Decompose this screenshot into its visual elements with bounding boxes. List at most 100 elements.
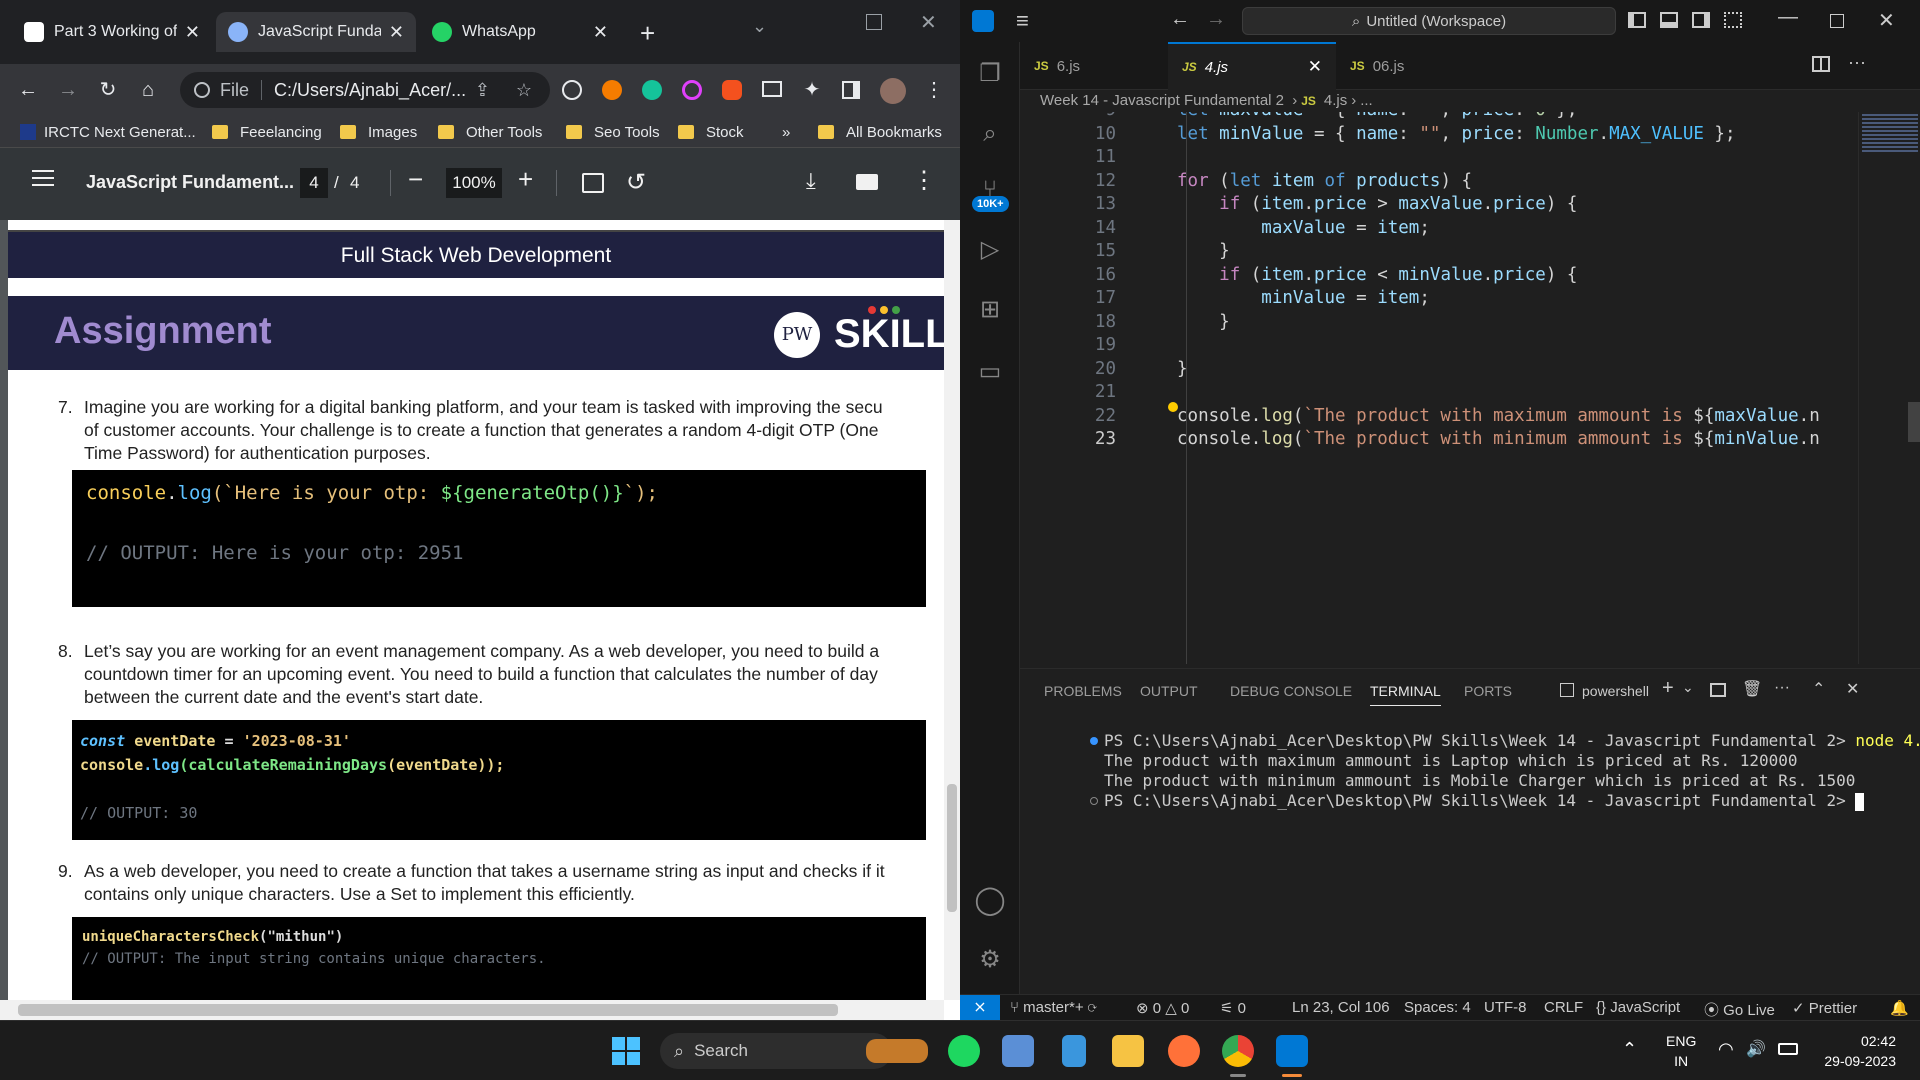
firefox-icon[interactable] — [1168, 1035, 1200, 1067]
menu-icon[interactable] — [32, 170, 54, 186]
prettier-status[interactable]: ✓ Prettier — [1792, 999, 1857, 1017]
battery-icon[interactable] — [1778, 1043, 1798, 1055]
download-icon[interactable]: ⤓ — [806, 168, 816, 194]
menu-icon[interactable]: ≡ — [1016, 8, 1029, 34]
back-arrow-icon[interactable]: ← — [1170, 8, 1190, 31]
vertical-scrollbar[interactable] — [944, 220, 960, 1000]
branch-indicator[interactable]: ⑂ master*+ ⟳ — [1010, 999, 1097, 1016]
maximize-panel-icon[interactable]: ⌃ — [1812, 679, 1825, 699]
go-live-button[interactable]: ⦿ Go Live — [1704, 999, 1775, 1020]
address-bar[interactable]: File C:/Users/Ajnabi_Acer/... ⇪ ☆ — [180, 72, 550, 108]
gear-icon[interactable]: ⚙ — [972, 942, 1008, 978]
tab-06js[interactable]: JS 06.js — [1336, 42, 1476, 90]
breadcrumb-more[interactable]: ... — [1360, 92, 1373, 109]
notepad-icon[interactable] — [1062, 1035, 1086, 1067]
close-icon[interactable]: ✕ — [593, 22, 608, 43]
forward-arrow-icon[interactable]: → — [1206, 8, 1226, 31]
remote-explorer-icon[interactable]: ▭ — [972, 354, 1008, 390]
breadcrumb[interactable]: Week 14 - Javascript Fundamental 2 › JS 4.… — [1040, 92, 1373, 109]
taskbar-search[interactable]: ⌕ Search — [660, 1033, 928, 1069]
bookmarks-overflow-button[interactable]: » — [782, 122, 790, 142]
horizontal-scrollbar[interactable] — [0, 1000, 944, 1020]
share-icon[interactable]: ⇪ — [475, 80, 490, 101]
trash-icon[interactable]: 🗑 — [1742, 679, 1762, 699]
clock[interactable]: 02:42 29-09-2023 — [1816, 1031, 1896, 1071]
split-terminal-icon[interactable] — [1710, 683, 1726, 697]
close-icon[interactable]: ✕ — [1308, 57, 1322, 77]
screen-icon[interactable] — [762, 81, 782, 97]
command-center[interactable]: ⌕ Untitled (Workspace) — [1242, 7, 1616, 35]
window-close-button[interactable]: ✕ — [1878, 8, 1895, 33]
bookmark-seo-tools[interactable]: Seo Tools — [566, 122, 660, 142]
tab-6js[interactable]: JS 6.js — [1020, 42, 1168, 90]
extension-icon[interactable] — [602, 80, 622, 100]
lightbulb-icon[interactable] — [1168, 401, 1178, 412]
breadcrumb-folder[interactable]: Week 14 - Javascript Fundamental 2 — [1040, 92, 1288, 109]
search-icon[interactable]: ⌕ — [972, 116, 1008, 152]
wifi-icon[interactable]: ◠ — [1718, 1039, 1734, 1060]
maximize-button[interactable] — [1830, 14, 1844, 28]
close-icon[interactable]: ✕ — [389, 22, 404, 43]
tab-javascript-fundamentals[interactable]: JavaScript Fundam ✕ — [216, 12, 416, 52]
remote-indicator-icon[interactable]: ⨯ — [960, 995, 1000, 1020]
split-editor-icon[interactable] — [1812, 56, 1830, 72]
panel-tab-terminal[interactable]: TERMINAL — [1370, 683, 1441, 706]
toggle-panel-icon[interactable] — [1660, 12, 1678, 28]
chevron-down-icon[interactable]: ⌄ — [1682, 679, 1694, 696]
volume-icon[interactable]: 🔊 — [1746, 1039, 1766, 1059]
extensions-icon[interactable]: ⊞ — [972, 292, 1008, 328]
speed-extension-icon[interactable] — [562, 80, 582, 100]
panel-tab-problems[interactable]: PROBLEMS — [1044, 683, 1122, 699]
puzzle-icon[interactable]: ✦ — [800, 78, 824, 102]
fit-page-icon[interactable] — [582, 173, 604, 193]
avatar[interactable] — [880, 78, 906, 104]
more-options-icon[interactable]: ⋮ — [912, 166, 936, 195]
side-panel-icon[interactable] — [842, 81, 860, 99]
back-arrow-icon[interactable]: ← — [16, 78, 40, 102]
zoom-out-button[interactable]: − — [408, 164, 423, 195]
customize-layout-icon[interactable] — [1724, 12, 1742, 28]
language-indicator[interactable]: ENG IN — [1666, 1031, 1696, 1071]
vscode-icon[interactable] — [1276, 1035, 1308, 1067]
toggle-sidebar-icon[interactable] — [1628, 12, 1646, 28]
more-actions-icon[interactable]: ··· — [1774, 679, 1790, 697]
zoom-in-button[interactable]: + — [518, 164, 533, 195]
scrollbar-thumb[interactable] — [947, 784, 957, 912]
terminal-line[interactable]: PS C:\Users\Ajnabi_Acer\Desktop\PW Skill… — [1104, 791, 1865, 811]
minimap[interactable] — [1862, 114, 1918, 154]
home-icon[interactable]: ⌂ — [136, 78, 160, 102]
more-actions-icon[interactable]: ··· — [1848, 52, 1866, 73]
shell-name[interactable]: powershell — [1582, 683, 1649, 699]
editor-scrollbar-thumb[interactable] — [1908, 402, 1920, 442]
new-tab-button[interactable]: + — [640, 18, 655, 49]
spotify-icon[interactable] — [948, 1035, 980, 1067]
star-icon[interactable]: ☆ — [516, 80, 532, 101]
reload-icon[interactable]: ↻ — [96, 78, 120, 102]
rotate-icon[interactable]: ↺ — [626, 168, 646, 197]
file-explorer-icon[interactable] — [1112, 1035, 1144, 1067]
toggle-secondary-sidebar-icon[interactable] — [1692, 12, 1710, 28]
line-ending[interactable]: CRLF — [1544, 999, 1583, 1016]
tab-part3[interactable]: Part 3 Working of ✕ — [12, 12, 212, 52]
bookmark-images[interactable]: Images — [340, 122, 417, 142]
encoding[interactable]: UTF-8 — [1484, 999, 1527, 1016]
indentation[interactable]: Spaces: 4 — [1404, 999, 1471, 1016]
maximize-button[interactable] — [866, 14, 882, 30]
bookmark-other-tools[interactable]: Other Tools — [438, 122, 542, 142]
tab-whatsapp[interactable]: WhatsApp ✕ — [420, 12, 620, 52]
zoom-input[interactable]: 100% — [446, 168, 502, 198]
tab-4js[interactable]: JS 4.js ✕ — [1168, 42, 1336, 90]
extension-icon[interactable] — [722, 80, 742, 100]
code-editor[interactable]: 9 let maxValue = { name: "", price: 0 }; 1… — [1020, 112, 1920, 664]
ports-indicator[interactable]: ⚟ 0 — [1220, 999, 1246, 1017]
bookmark-stock[interactable]: Stock — [678, 122, 744, 142]
new-terminal-button[interactable]: + — [1662, 677, 1674, 700]
minimize-button[interactable]: — — [1778, 6, 1798, 29]
close-panel-icon[interactable]: ✕ — [1846, 679, 1859, 699]
page-number-input[interactable]: 4 — [300, 168, 328, 198]
problems-indicator[interactable]: ⊗ 0 △ 0 — [1136, 999, 1189, 1017]
color-picker-icon[interactable] — [682, 80, 702, 100]
account-icon[interactable]: ◯ — [972, 882, 1008, 918]
cursor-position[interactable]: Ln 23, Col 106 — [1292, 999, 1390, 1016]
start-icon[interactable] — [612, 1037, 640, 1065]
